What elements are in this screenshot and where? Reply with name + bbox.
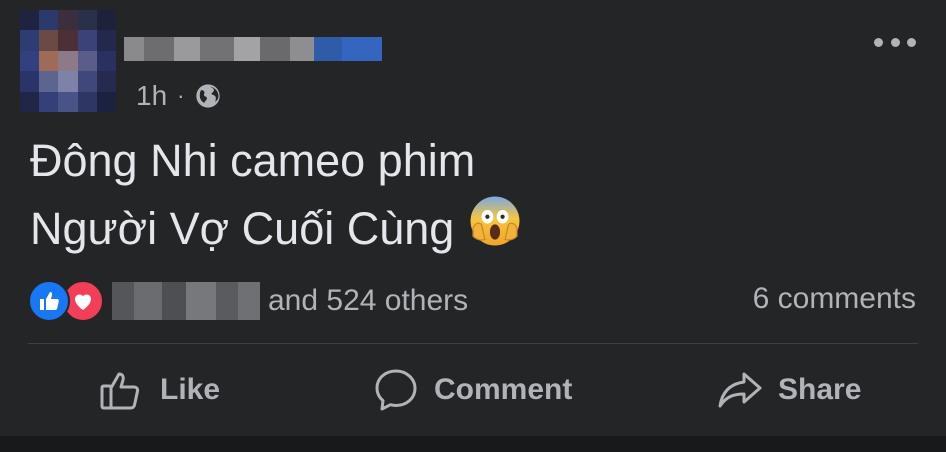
meta-separator: · — [177, 83, 185, 108]
like-reaction-icon — [28, 280, 70, 322]
divider — [28, 343, 918, 344]
post-text-line-1: Đông Nhi cameo phim — [30, 135, 476, 186]
comment-label: Comment — [434, 373, 573, 406]
facebook-post: 1h · Đông Nhi cameo phim Người Vợ Cuối C… — [0, 0, 946, 436]
comments-count[interactable]: 6 comments — [753, 282, 916, 316]
feed-gap — [0, 436, 946, 452]
reaction-summary[interactable]: and 524 others — [28, 280, 468, 322]
post-meta: 1h · — [136, 78, 222, 114]
comment-bubble-icon — [375, 369, 417, 411]
more-dot — [890, 37, 900, 47]
share-button[interactable]: Share — [716, 362, 861, 418]
post-time[interactable]: 1h — [136, 80, 167, 112]
more-options-icon[interactable] — [874, 30, 916, 54]
thumbs-up-icon — [100, 372, 140, 410]
avatar[interactable] — [20, 10, 116, 112]
like-button[interactable]: Like — [98, 362, 220, 418]
more-dot — [874, 37, 883, 47]
post-text: Đông Nhi cameo phim Người Vợ Cuối Cùng — [30, 132, 910, 258]
share-label: Share — [778, 373, 862, 406]
globe-icon[interactable] — [194, 82, 222, 110]
reactor-names-redacted[interactable] — [112, 282, 260, 320]
comment-button[interactable]: Comment — [372, 362, 572, 418]
like-label: Like — [160, 373, 221, 406]
reaction-count-text: and 524 others — [268, 284, 469, 317]
post-text-line-2: Người Vợ Cuối Cùng — [30, 203, 455, 254]
share-arrow-icon — [718, 372, 762, 408]
face-screaming-in-fear-emoji — [470, 196, 520, 246]
author-name-redacted[interactable] — [124, 37, 382, 61]
more-dot — [907, 37, 916, 47]
